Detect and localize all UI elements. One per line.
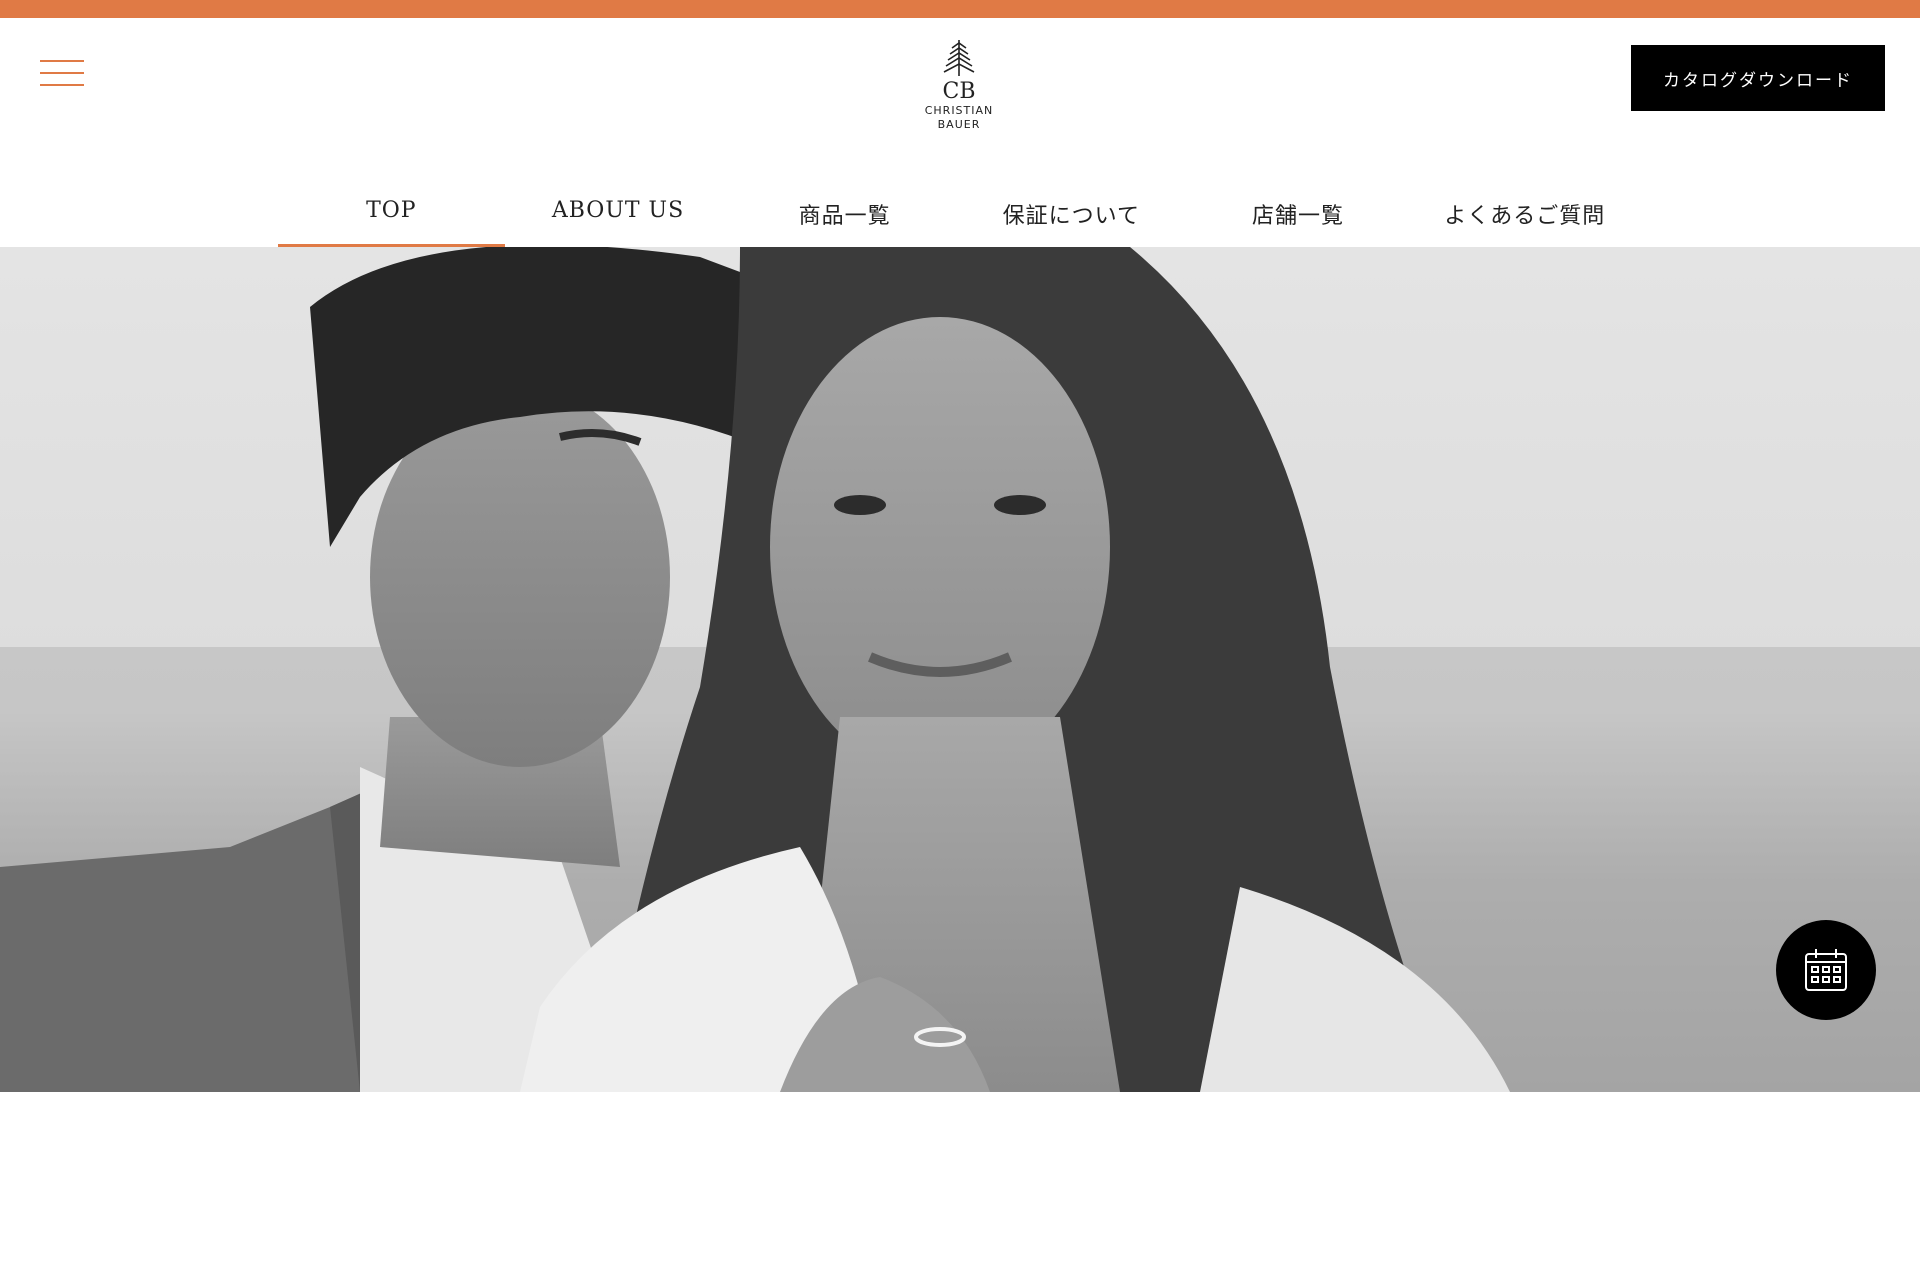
hamburger-line [40,60,84,62]
brand-logo[interactable]: CB CHRISTIAN BAUER [900,38,1018,142]
calendar-booking-button[interactable] [1776,920,1876,1020]
hero-image [0,247,1920,1092]
logo-line-1: CHRISTIAN [924,104,994,117]
hamburger-menu-icon[interactable] [40,60,84,88]
accent-top-bar [0,0,1920,18]
logo-line-2: BAUER [937,118,981,131]
calendar-icon [1805,949,1847,991]
tree-logo-icon: CB [943,40,976,100]
nav-item-stores[interactable]: 店舗一覧 [1185,186,1412,248]
logo-wordmark: CHRISTIAN BAUER [900,104,1018,132]
catalog-download-button[interactable]: カタログダウンロード [1631,45,1885,111]
main-nav: TOP ABOUT US 商品一覧 保証について 店舗一覧 よくあるご質問 [278,186,1638,248]
hero-photo [0,247,1920,1092]
page: CB CHRISTIAN BAUER カタログダウンロード TOP ABOUT … [0,0,1920,1281]
nav-item-warranty[interactable]: 保証について [958,186,1185,248]
hamburger-line [40,84,84,86]
logo-monogram: CB [943,79,976,100]
nav-item-about-us[interactable]: ABOUT US [505,186,732,248]
nav-item-faq[interactable]: よくあるご質問 [1411,186,1638,248]
nav-item-products[interactable]: 商品一覧 [731,186,958,248]
hamburger-line [40,72,84,74]
nav-item-top[interactable]: TOP [278,186,505,248]
